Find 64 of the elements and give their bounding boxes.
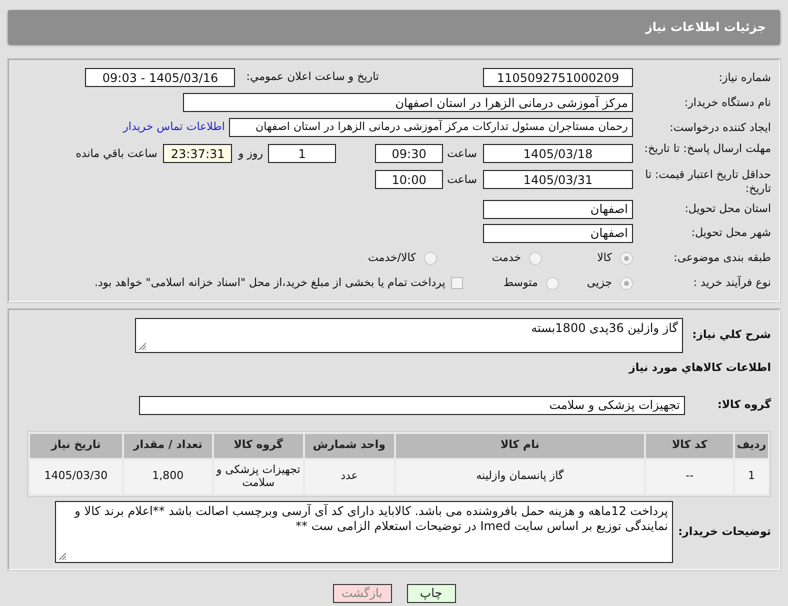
table-cell: تجهیزات پزشکی و سلامت [214, 460, 303, 494]
column-header: تاریخ نیاز [30, 434, 122, 458]
city-field[interactable]: اصفهان [483, 224, 633, 242]
field-label: مهلت ارسال پاسخ: تا تاریخ: [643, 142, 771, 156]
field-label: توضیحات خریدار: [677, 524, 771, 538]
column-header: ردیف [735, 434, 768, 458]
column-header: گروه کالا [214, 434, 303, 458]
goods-group-field[interactable]: تجهیزات پزشکی و سلامت [139, 396, 685, 414]
resize-grip-icon[interactable] [138, 342, 146, 350]
section-heading: اطلاعات کالاهاي مورد نياز [629, 360, 771, 376]
announce-date-field[interactable]: 1405/03/16 - 09:03 [85, 68, 236, 87]
option-label: کالا/خدمت [368, 250, 416, 266]
option-label: متوسط [503, 274, 538, 291]
province-field[interactable]: اصفهان [483, 200, 633, 218]
radio-button[interactable] [529, 252, 542, 264]
field-label: حداقل تاریخ اعتبار قیمت: تا تاریخ: [644, 168, 771, 196]
field-label: ایجاد کننده درخواست: [668, 120, 771, 134]
table-cell: 1,800 [124, 460, 212, 494]
need-number-field[interactable]: 1105092751000209 [483, 68, 633, 87]
checkbox-label: پرداخت تمام یا بخشی از مبلغ خرید،از محل "اسناد خزانه اسلامی" خواهد بود. [94, 274, 446, 291]
radio-button[interactable] [424, 252, 437, 264]
requester-field[interactable]: رحمان مستاجران مسئول تدارکات مرکز آموزشی درمانی الزهرا در استان اصفهان [229, 118, 633, 137]
table-cell: گاز پانسمان وازلینه [396, 460, 644, 494]
time-field[interactable]: 10:00 [375, 170, 444, 189]
field-label: شهر محل تحویل: [690, 226, 771, 240]
option-label: خدمت [492, 250, 522, 266]
resize-grip-icon[interactable] [58, 552, 66, 560]
column-header: واحد شمارش [304, 434, 394, 458]
table-cell: 1405/03/30 [30, 460, 122, 494]
print-button[interactable]: چاپ [406, 584, 456, 602]
column-header: تعداد / مقدار [124, 434, 212, 458]
field-label: نام دستگاه خریدار: [683, 96, 771, 110]
field-label: شرح کلي نياز: [691, 328, 771, 342]
buyer-notes-field[interactable]: پرداخت 12ماهه و هزینه حمل بافروشنده می باشد. کالاباید دارای کد آی آرسی وبرچسب اصالت باشد **اعلام برند کالا و نمایندگی توزیع بر اساس سایت Imed در توضیحات استعلام الزامی ست ** [55, 500, 673, 562]
radio-button[interactable] [620, 276, 633, 290]
field-label: شماره نیاز: [718, 70, 771, 84]
description-field[interactable]: گاز وازلین 36پدی 1800بسته [135, 318, 683, 352]
column-header: کد کالا [646, 434, 734, 458]
field-label: نوع فرآیند خرید : [692, 276, 771, 290]
field-label: استان محل تحویل: [684, 202, 771, 216]
remaining-label: ساعت باقي مانده [76, 146, 158, 162]
page-title: جزئیات اطلاعات نیاز [645, 19, 766, 36]
time-label: ساعت [447, 172, 477, 188]
days-field[interactable]: 1 [268, 144, 336, 163]
table-cell: 1 [735, 460, 768, 494]
field-label: گروه کالا: [716, 398, 771, 412]
contact-link[interactable]: اطلاعات تماس خریدار [123, 119, 225, 136]
days-label: روز و [238, 146, 264, 162]
option-label: جزیی [586, 274, 612, 291]
time-label: ساعت [447, 146, 477, 162]
radio-button[interactable] [620, 252, 633, 264]
option-label: کالا [597, 250, 612, 266]
remaining-time-field[interactable]: 23:37:31 [163, 144, 232, 163]
table-cell: عدد [304, 460, 394, 494]
radio-button[interactable] [546, 276, 559, 290]
time-field[interactable]: 09:30 [375, 144, 444, 163]
buyer-org-field[interactable]: مرکز آموزشی درمانی الزهرا در استان اصفهان [183, 93, 633, 112]
table-cell: -- [646, 460, 734, 494]
column-header: نام کالا [396, 434, 644, 458]
date-field[interactable]: 1405/03/31 [483, 170, 633, 189]
field-label: تاریخ و ساعت اعلان عمومي: [246, 69, 379, 86]
checkbox[interactable] [451, 277, 464, 289]
date-field[interactable]: 1405/03/18 [483, 144, 633, 163]
field-label: طبقه بندی موضوعی: [672, 251, 771, 265]
